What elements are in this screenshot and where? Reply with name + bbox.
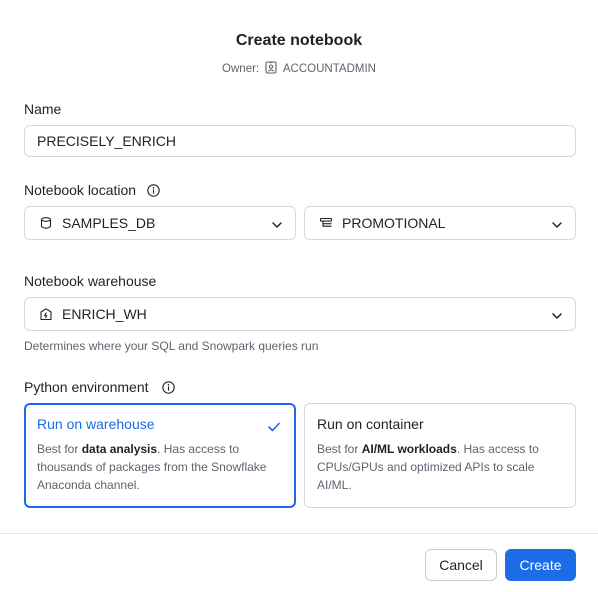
warehouse-value: ENRICH_WH xyxy=(62,306,147,322)
info-icon[interactable] xyxy=(147,184,160,200)
option-desc-bold: data analysis xyxy=(81,442,158,456)
database-icon xyxy=(39,216,53,230)
dialog-title: Create notebook xyxy=(235,32,363,49)
warehouse-hint: Determines where your SQL and Snowpark q… xyxy=(24,339,319,353)
database-value: SAMPLES_DB xyxy=(62,215,156,231)
option-desc-bold: AI/ML workloads xyxy=(361,442,457,456)
notebook-location-label: Notebook location xyxy=(24,182,160,200)
owner-label: Owner: xyxy=(222,63,260,75)
notebook-warehouse-label: Notebook warehouse xyxy=(24,273,157,289)
python-environment-label-text: Python environment xyxy=(24,379,149,395)
cancel-button[interactable]: Cancel xyxy=(425,549,497,581)
chevron-down-icon xyxy=(551,218,563,234)
user-badge-icon xyxy=(265,61,277,77)
name-label: Name xyxy=(24,101,62,117)
warehouse-select[interactable]: ENRICH_WH xyxy=(24,297,576,331)
footer-divider xyxy=(0,533,598,534)
option-title: Run on container xyxy=(317,416,424,432)
create-button[interactable]: Create xyxy=(505,549,576,581)
python-environment-label: Python environment xyxy=(24,379,176,397)
name-input[interactable]: PRECISELY_ENRICH xyxy=(24,125,576,157)
run-on-warehouse-option[interactable]: Run on warehouse Best for data analysis.… xyxy=(24,403,296,508)
option-description: Best for AI/ML workloads. Has access to … xyxy=(317,440,563,494)
option-title: Run on warehouse xyxy=(37,416,155,432)
owner-line: Owner: ACCOUNTADMIN xyxy=(0,61,598,77)
schema-select[interactable]: PROMOTIONAL xyxy=(304,206,576,240)
notebook-location-label-text: Notebook location xyxy=(24,182,137,198)
warehouse-icon xyxy=(39,307,53,321)
create-notebook-dialog: Create notebook Owner: ACCOUNTADMIN Name… xyxy=(0,0,598,592)
schema-value: PROMOTIONAL xyxy=(342,215,446,231)
run-on-container-option[interactable]: Run on container Best for AI/ML workload… xyxy=(304,403,576,508)
info-icon[interactable] xyxy=(162,381,176,397)
name-input-value: PRECISELY_ENRICH xyxy=(37,133,177,149)
schema-icon xyxy=(319,216,333,230)
chevron-down-icon xyxy=(271,218,283,234)
option-desc-prefix: Best for xyxy=(317,442,362,456)
chevron-down-icon xyxy=(551,309,563,325)
option-description: Best for data analysis. Has access to th… xyxy=(37,440,283,494)
database-select[interactable]: SAMPLES_DB xyxy=(24,206,296,240)
check-icon xyxy=(268,419,280,437)
option-desc-prefix: Best for xyxy=(37,442,82,456)
owner-value: ACCOUNTADMIN xyxy=(282,63,376,75)
